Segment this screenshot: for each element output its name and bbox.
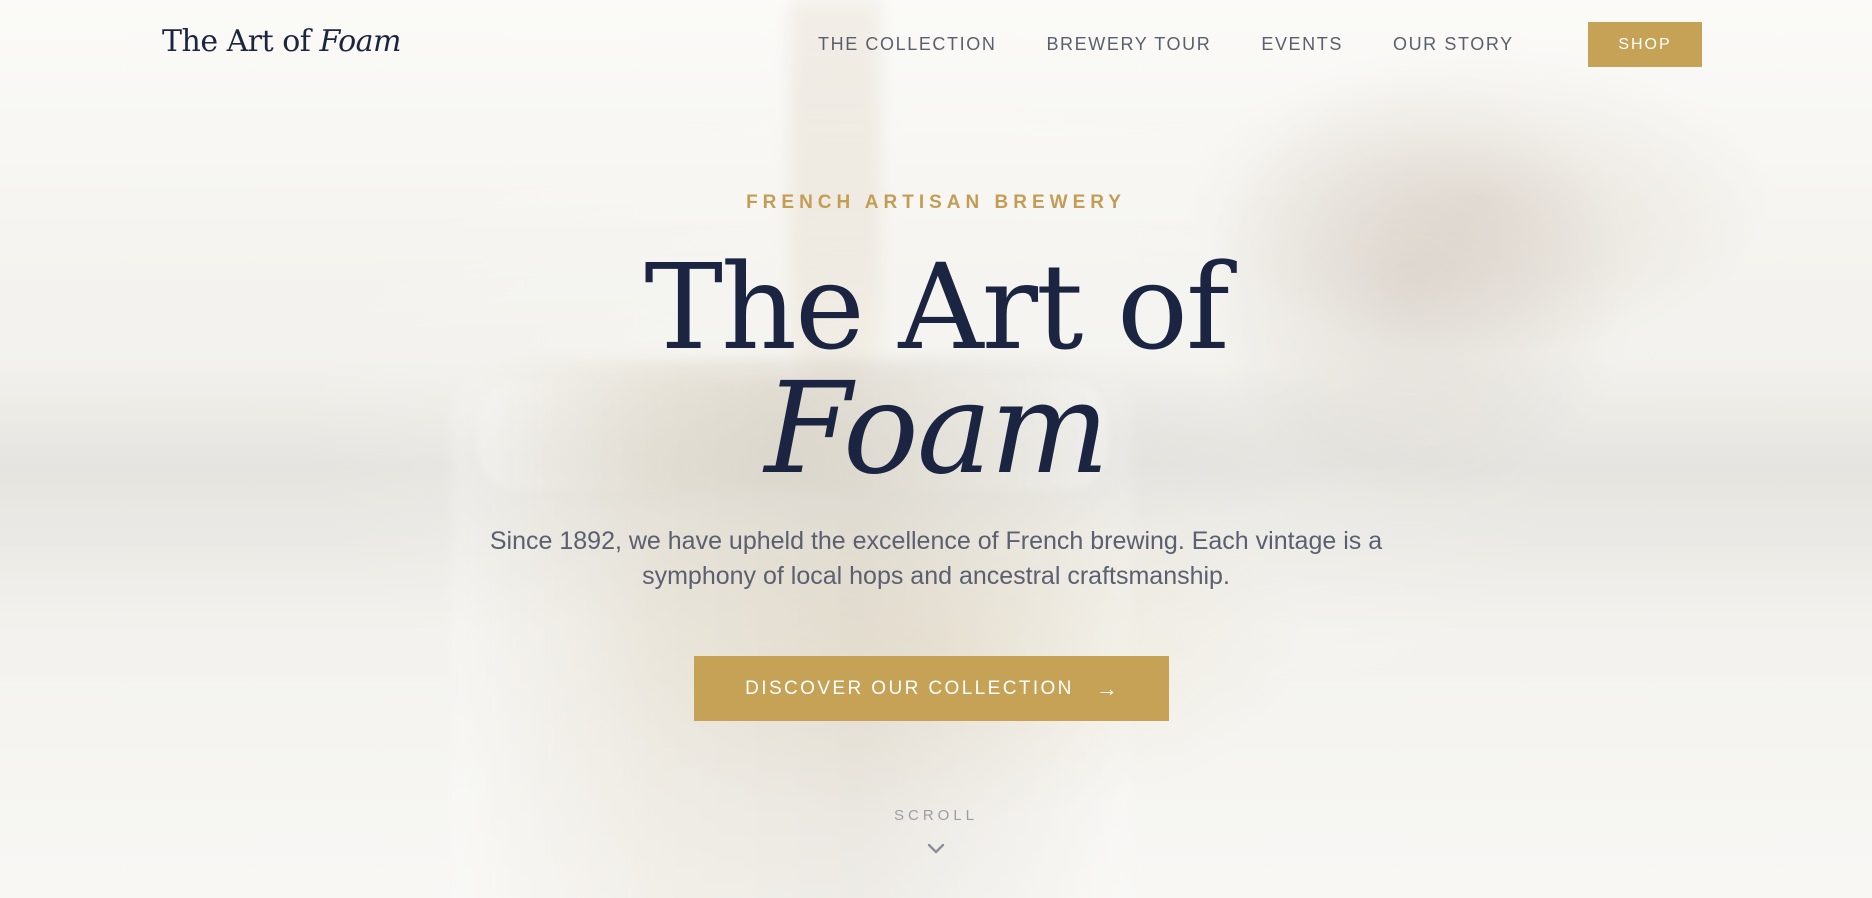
- hero-title-line1: The Art of: [644, 238, 1229, 376]
- nav-links: THE COLLECTION BREWERY TOUR EVENTS OUR S…: [818, 34, 1564, 55]
- hero-subtitle: Since 1892, we have upheld the excellenc…: [489, 527, 1383, 590]
- hero-title: The Art of Foam: [0, 238, 1872, 502]
- hero-eyebrow: FRENCH ARTISAN BREWERY: [746, 192, 1126, 213]
- logo-text: The Art of: [162, 24, 311, 59]
- top-navigation: The Art of Foam THE COLLECTION BREWERY T…: [0, 0, 1872, 90]
- discover-collection-button[interactable]: DISCOVER OUR COLLECTION →: [694, 656, 1169, 721]
- scroll-label[interactable]: SCROLL: [0, 807, 1872, 824]
- hero-title-line2: Foam: [764, 355, 1110, 502]
- site-logo[interactable]: The Art of Foam: [162, 24, 402, 59]
- chevron-down-icon[interactable]: [923, 838, 949, 858]
- arrow-right-icon: →: [1095, 675, 1118, 701]
- logo-text-italic: Foam: [319, 24, 402, 59]
- nav-link-collection[interactable]: THE COLLECTION: [818, 34, 996, 55]
- nav-link-our-story[interactable]: OUR STORY: [1393, 34, 1514, 55]
- shop-button[interactable]: SHOP: [1588, 22, 1702, 67]
- nav-link-events[interactable]: EVENTS: [1261, 34, 1343, 55]
- nav-link-brewery-tour[interactable]: BREWERY TOUR: [1046, 34, 1211, 55]
- cta-label: DISCOVER OUR COLLECTION: [745, 677, 1074, 699]
